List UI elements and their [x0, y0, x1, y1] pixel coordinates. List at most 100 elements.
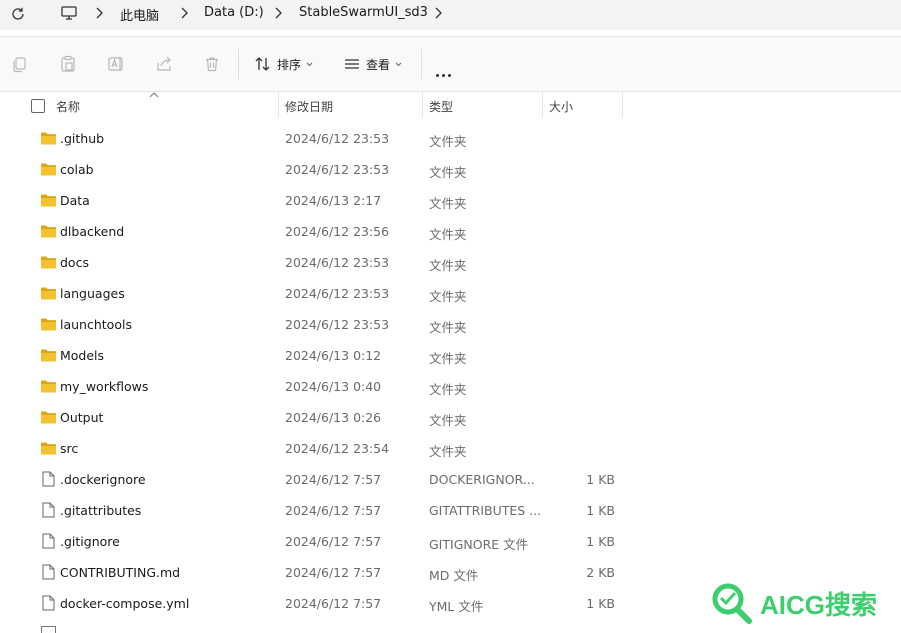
sort-button[interactable]: 排序: [254, 54, 318, 74]
file-name: launchtools: [60, 317, 132, 332]
folder-icon: [41, 225, 56, 238]
list-item[interactable]: launchtools 2024/6/12 23:53 文件夹: [0, 309, 901, 340]
file-type: 文件夹: [429, 444, 467, 459]
list-item[interactable]: Models 2024/6/13 0:12 文件夹: [0, 340, 901, 371]
file-type: 文件夹: [429, 258, 467, 273]
watermark: AICG搜索: [702, 573, 901, 633]
file-type: 文件夹: [429, 382, 467, 397]
chevron-right-icon[interactable]: [179, 6, 189, 20]
search-magnifier-logo-icon: [712, 583, 752, 624]
file-date: 2024/6/12 7:57: [285, 534, 382, 549]
file-name: .github: [60, 131, 105, 146]
list-item[interactable]: Data 2024/6/13 2:17 文件夹: [0, 185, 901, 216]
file-name: docs: [60, 255, 89, 270]
column-separator[interactable]: [622, 92, 623, 118]
column-separator[interactable]: [278, 92, 279, 118]
copy-icon[interactable]: [11, 55, 29, 73]
file-name: .gitignore: [60, 534, 120, 549]
file-icon: [41, 626, 56, 633]
file-name: .gitattributes: [60, 503, 142, 518]
share-icon[interactable]: [155, 55, 173, 73]
folder-icon: [41, 256, 56, 269]
list-item[interactable]: .github 2024/6/12 23:53 文件夹: [0, 123, 901, 154]
chevron-right-icon[interactable]: [433, 6, 443, 20]
file-type: 文件夹: [429, 320, 467, 335]
file-date: 2024/6/12 23:53: [285, 286, 390, 301]
column-header: 名称 修改日期 类型 大小: [0, 92, 901, 118]
rename-icon[interactable]: [107, 55, 125, 73]
file-size: 2 KB: [586, 565, 615, 580]
folder-icon: [41, 411, 56, 424]
delete-icon[interactable]: [203, 55, 221, 73]
file-type: 文件夹: [429, 196, 467, 211]
file-name: Data: [60, 193, 90, 208]
file-date: 2024/6/12 7:57: [285, 472, 382, 487]
refresh-icon[interactable]: [10, 6, 26, 22]
toolbar-divider: [421, 49, 422, 79]
chevron-right-icon[interactable]: [273, 6, 283, 20]
file-name: Models: [60, 348, 105, 363]
this-pc-icon[interactable]: [60, 4, 78, 22]
column-name[interactable]: 名称: [56, 98, 80, 115]
folder-icon: [41, 194, 56, 207]
file-date: 2024/6/12 23:56: [285, 224, 390, 239]
list-item[interactable]: languages 2024/6/12 23:53 文件夹: [0, 278, 901, 309]
breadcrumb-this-pc[interactable]: 此电脑: [120, 5, 159, 24]
breadcrumb-folder[interactable]: StableSwarmUI_sd3: [299, 5, 428, 20]
sort-ascending-icon: [149, 92, 159, 98]
file-type: GITIGNORE 文件: [429, 537, 529, 552]
command-bar: 排序 查看: [0, 37, 901, 91]
folder-icon: [41, 442, 56, 455]
list-item[interactable]: Output 2024/6/13 0:26 文件夹: [0, 402, 901, 433]
file-size: 1 KB: [586, 596, 615, 611]
file-type: 文件夹: [429, 227, 467, 242]
select-all-checkbox[interactable]: [31, 99, 45, 113]
column-separator[interactable]: [422, 92, 423, 118]
list-item[interactable]: src 2024/6/12 23:54 文件夹: [0, 433, 901, 464]
view-label: 查看: [366, 57, 391, 72]
list-item[interactable]: .dockerignore 2024/6/12 7:57 DOCKERIGNOR..…: [0, 464, 901, 495]
file-icon: [42, 564, 55, 580]
file-name: colab: [60, 162, 94, 177]
breadcrumb-drive[interactable]: Data (D:): [204, 5, 264, 20]
file-name: CONTRIBUTING.md: [60, 565, 181, 580]
file-type: 文件夹: [429, 165, 467, 180]
column-separator[interactable]: [542, 92, 543, 118]
toolbar-divider: [238, 49, 239, 79]
list-item[interactable]: .gitignore 2024/6/12 7:57 GITIGNORE 文件 1 KB: [0, 526, 901, 557]
file-date: 2024/6/13 0:40: [285, 379, 382, 394]
file-date: 2024/6/13 0:12: [285, 348, 382, 363]
file-size: 1 KB: [586, 503, 615, 518]
list-item[interactable]: docs 2024/6/12 23:53 文件夹: [0, 247, 901, 278]
file-type: 文件夹: [429, 289, 467, 304]
file-type: YML 文件: [429, 599, 484, 614]
address-bar: 此电脑 Data (D:) StableSwarmUI_sd3: [0, 0, 901, 30]
file-type: 文件夹: [429, 413, 467, 428]
file-date: 2024/6/13 2:17: [285, 193, 382, 208]
folder-icon: [41, 163, 56, 176]
file-date: 2024/6/12 23:54: [285, 441, 390, 456]
list-item[interactable]: my_workflows 2024/6/13 0:40 文件夹: [0, 371, 901, 402]
file-name: languages: [60, 286, 125, 301]
column-modified[interactable]: 修改日期: [285, 98, 333, 115]
file-type: DOCKERIGNOR...: [429, 472, 535, 487]
paste-icon[interactable]: [59, 55, 77, 73]
file-icon: [42, 595, 55, 611]
list-item[interactable]: dlbackend 2024/6/12 23:56 文件夹: [0, 216, 901, 247]
column-type[interactable]: 类型: [429, 98, 453, 115]
file-type: MD 文件: [429, 568, 479, 583]
file-date: 2024/6/12 7:57: [285, 503, 382, 518]
file-date: 2024/6/13 0:26: [285, 410, 382, 425]
folder-icon: [41, 318, 56, 331]
file-date: 2024/6/12 7:57: [285, 596, 382, 611]
folder-icon: [41, 349, 56, 362]
file-date: 2024/6/12 23:53: [285, 255, 390, 270]
list-item[interactable]: .gitattributes 2024/6/12 7:57 GITATTRIBUTE…: [0, 495, 901, 526]
folder-icon: [41, 287, 56, 300]
list-item[interactable]: colab 2024/6/12 23:53 文件夹: [0, 154, 901, 185]
column-size[interactable]: 大小: [549, 98, 573, 115]
chevron-down-icon: [395, 62, 402, 66]
chevron-right-icon[interactable]: [94, 6, 104, 20]
more-icon[interactable]: [436, 62, 454, 81]
view-button[interactable]: 查看: [343, 54, 407, 74]
